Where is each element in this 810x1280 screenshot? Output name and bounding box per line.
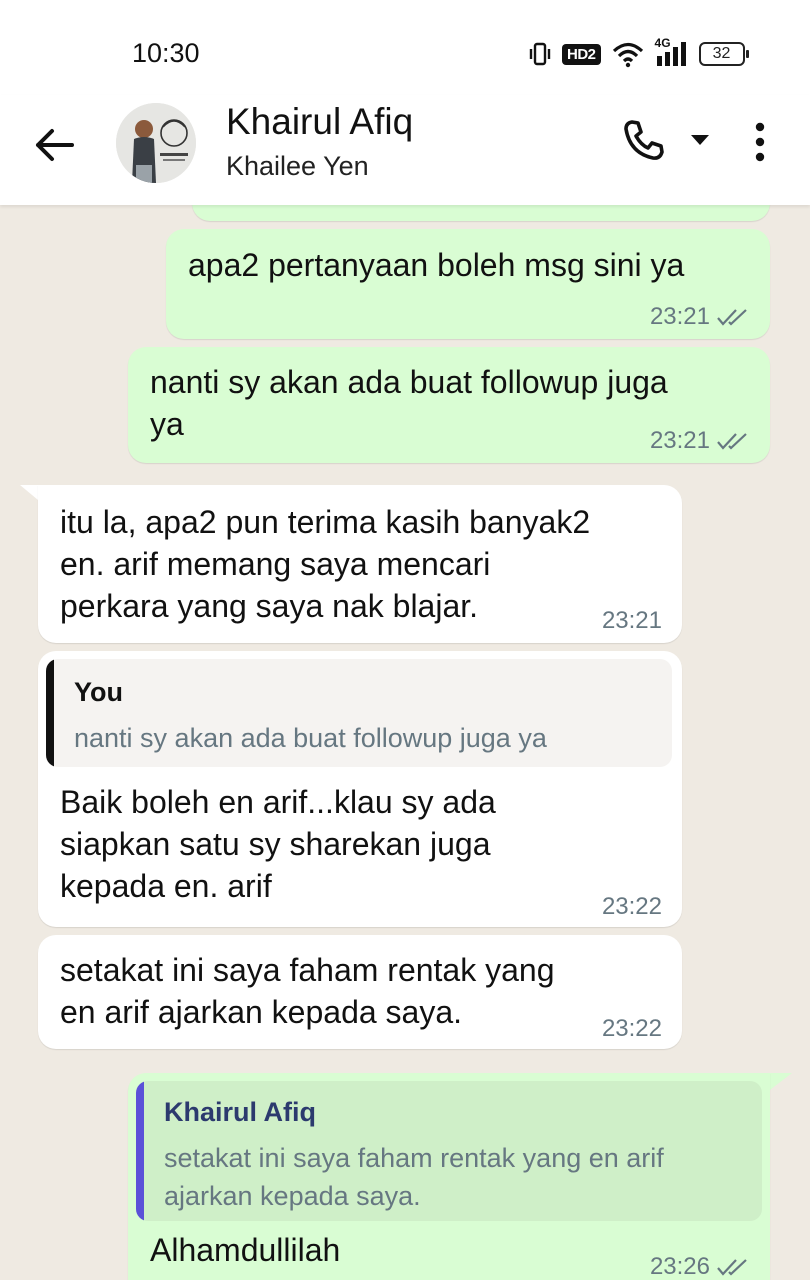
quote-bar <box>46 659 54 767</box>
status-icons: HD2 4G 32 <box>528 36 749 70</box>
message-text-line: setakat ini saya faham rentak yang <box>60 952 555 988</box>
message-time: 23:22 <box>601 893 662 920</box>
voice-call-button[interactable] <box>620 117 666 163</box>
double-check-icon <box>717 433 747 450</box>
message-time: 23:26 <box>649 1253 710 1280</box>
message-meta: 23:21 <box>650 303 750 331</box>
message-bubble-incoming[interactable]: setakat ini saya faham rentak yang en ar… <box>38 935 682 1049</box>
message-text: Baik boleh en arif...klau sy ada siapkan… <box>60 781 496 907</box>
message-text-line: Baik boleh en arif...klau sy ada <box>60 784 496 820</box>
message-bubble-incoming[interactable]: You nanti sy akan ada buat followup juga… <box>38 651 682 927</box>
more-vert-icon <box>755 122 765 162</box>
profile-photo <box>116 103 196 183</box>
contact-name[interactable]: Khairul Afiq <box>226 101 413 143</box>
message-bubble-partial[interactable] <box>192 205 770 221</box>
double-check-icon <box>717 1259 747 1276</box>
message-text: nanti sy akan ada buat followup juga ya <box>150 361 668 445</box>
avatar[interactable] <box>116 103 196 183</box>
message-meta: 23:21 <box>602 607 662 635</box>
message-text: itu la, apa2 pun terima kasih banyak2 en… <box>60 501 590 627</box>
wifi-icon <box>611 40 645 68</box>
quote-bar <box>136 1081 144 1221</box>
message-bubble-outgoing[interactable]: nanti sy akan ada buat followup juga ya … <box>128 347 770 463</box>
message-time: 23:21 <box>649 303 710 330</box>
message-meta: 23:21 <box>650 427 750 455</box>
chat-header: Khairul Afiq Khailee Yen <box>0 95 810 205</box>
message-time: 23:22 <box>601 1015 662 1042</box>
network-type-label: 4G <box>654 36 671 50</box>
battery-indicator: 32 <box>698 42 749 66</box>
quote-text: nanti sy akan ada buat followup juga ya <box>74 723 547 753</box>
message-text-line: itu la, apa2 pun terima kasih banyak2 <box>60 504 591 540</box>
quoted-message[interactable]: You nanti sy akan ada buat followup juga… <box>46 659 672 767</box>
quote-author: You <box>74 677 123 707</box>
message-text: Alhamdullilah <box>150 1232 341 1268</box>
message-meta: 23:22 <box>602 893 662 921</box>
message-bubble-incoming[interactable]: itu la, apa2 pun terima kasih banyak2 en… <box>38 485 682 643</box>
message-time: 23:21 <box>601 607 662 634</box>
back-button[interactable] <box>32 123 76 167</box>
more-options-button[interactable] <box>744 121 776 163</box>
quote-author: Khairul Afiq <box>164 1097 316 1127</box>
quote-text: setakat ini saya faham rentak yang en ar… <box>164 1139 664 1215</box>
cellular-signal-icon: 4G <box>655 36 689 68</box>
message-meta: 23:26 <box>650 1253 750 1280</box>
message-text-line: en arif ajarkan kepada saya. <box>60 994 463 1030</box>
message-time: 23:21 <box>649 427 710 454</box>
message-text-line: en. arif memang saya mencari <box>60 546 491 582</box>
dropdown-caret-icon <box>691 135 709 145</box>
message-text-line: perkara yang saya nak blajar. <box>60 588 479 624</box>
message-text-line: kepada en. arif <box>60 868 272 904</box>
message-meta: 23:22 <box>602 1015 662 1043</box>
message-bubble-outgoing[interactable]: apa2 pertanyaan boleh msg sini ya 23:21 <box>166 229 770 339</box>
message-text-line: siapkan satu sy sharekan juga <box>60 826 491 862</box>
status-time: 10:30 <box>132 38 200 68</box>
quote-text-line: ajarkan kepada saya. <box>164 1181 421 1211</box>
message-text: setakat ini saya faham rentak yang en ar… <box>60 949 555 1033</box>
status-bar: 10:30 HD2 4G 32 <box>0 0 810 95</box>
back-arrow-icon <box>36 129 74 161</box>
hd-voice-badge: HD2 <box>562 43 601 65</box>
contact-subtitle: Khailee Yen <box>226 151 369 181</box>
message-text-line: ya <box>150 406 184 442</box>
message-text: apa2 pertanyaan boleh msg sini ya <box>188 247 685 283</box>
phone-icon <box>624 120 664 160</box>
message-bubble-outgoing[interactable]: Khairul Afiq setakat ini saya faham rent… <box>128 1073 770 1280</box>
chat-message-list[interactable]: apa2 pertanyaan boleh msg sini ya 23:21 … <box>0 205 810 1280</box>
quote-text-line: setakat ini saya faham rentak yang en ar… <box>164 1143 664 1173</box>
quoted-message[interactable]: Khairul Afiq setakat ini saya faham rent… <box>136 1081 762 1221</box>
double-check-icon <box>717 309 747 326</box>
call-options-button[interactable] <box>688 131 712 149</box>
vibrate-icon <box>528 41 552 67</box>
message-text-line: nanti sy akan ada buat followup juga <box>150 364 668 400</box>
